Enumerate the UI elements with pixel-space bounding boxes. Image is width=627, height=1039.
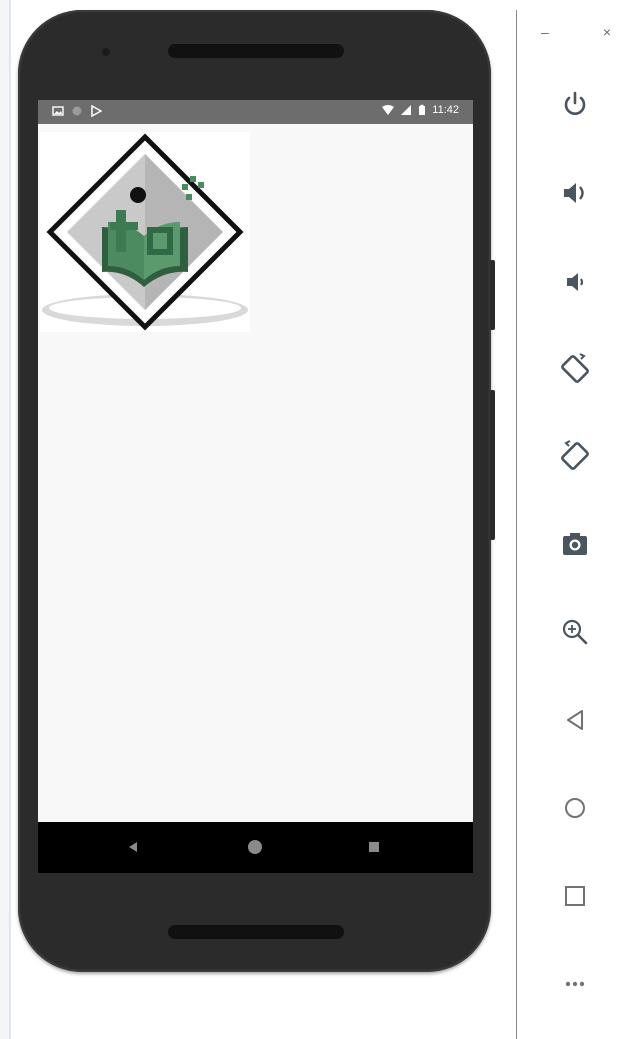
earpiece-speaker (168, 44, 344, 58)
more-icon (565, 981, 585, 987)
wifi-icon (382, 105, 395, 115)
minimize-button[interactable]: – (541, 24, 549, 40)
volume-down-button[interactable] (557, 264, 593, 300)
bottom-speaker (168, 925, 344, 939)
navigation-bar (38, 822, 473, 873)
home-button[interactable] (557, 790, 593, 826)
device-screen[interactable]: 11:42 (38, 100, 473, 873)
zoom-button[interactable] (557, 614, 593, 650)
overview-icon (565, 886, 585, 906)
home-circle-icon (248, 840, 262, 854)
nav-back-button[interactable] (118, 832, 148, 862)
camera-icon (563, 533, 587, 555)
back-triangle-icon (129, 842, 137, 852)
front-camera (102, 48, 110, 56)
power-side-button (490, 260, 495, 330)
rotate-right-icon (561, 440, 589, 470)
home-icon (565, 798, 585, 818)
status-bar: 11:42 (38, 100, 473, 124)
app-content (38, 124, 473, 822)
nav-overview-button[interactable] (359, 832, 389, 862)
power-button[interactable] (557, 86, 593, 122)
nav-home-button[interactable] (240, 832, 270, 862)
screenshot-button[interactable] (557, 526, 593, 562)
emulator-control-panel: – × (516, 10, 627, 1039)
circle-icon (72, 106, 82, 116)
overview-square-icon (369, 842, 379, 852)
signal-icon (401, 105, 412, 115)
rotate-left-icon (561, 353, 589, 383)
back-icon (567, 710, 583, 730)
volume-side-button (490, 390, 495, 540)
rotate-right-button[interactable] (557, 438, 593, 474)
battery-icon (419, 104, 426, 115)
window-edge (0, 0, 11, 1039)
tutorialspoint-logo (40, 132, 250, 332)
overview-button[interactable] (557, 878, 593, 914)
volume-up-icon (564, 183, 584, 203)
volume-down-icon (567, 273, 584, 291)
power-icon (564, 91, 586, 115)
rotate-left-button[interactable] (557, 351, 593, 387)
more-button[interactable] (557, 966, 593, 1002)
volume-up-button[interactable] (557, 175, 593, 211)
image-icon (52, 106, 64, 116)
close-button[interactable]: × (603, 24, 611, 40)
status-time: 11:42 (432, 104, 459, 116)
back-button[interactable] (557, 702, 593, 738)
play-store-icon (91, 105, 102, 117)
zoom-icon (562, 619, 588, 645)
